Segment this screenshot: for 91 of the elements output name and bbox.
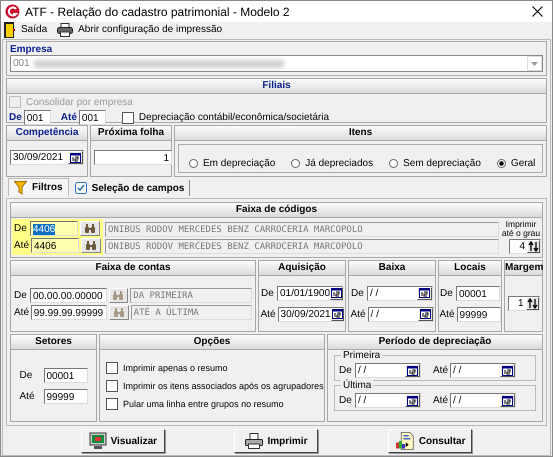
menu-item[interactable]: Saída (4, 22, 48, 38)
tab[interactable]: Filtros (8, 178, 69, 196)
field-label: De (339, 365, 353, 376)
field-label: De (351, 288, 365, 298)
section-header: Aquisição (259, 261, 345, 276)
checkbox[interactable] (122, 112, 134, 124)
radio-button[interactable] (389, 159, 398, 168)
radio-button[interactable] (496, 159, 506, 168)
funnel-icon (14, 180, 27, 194)
binoculars-icon (84, 224, 96, 233)
radio-button[interactable] (291, 159, 300, 168)
field-label: De (20, 370, 34, 380)
checkbox-label: Imprimir apenas o resumo (123, 362, 228, 372)
field-label: De (9, 112, 22, 123)
field-label: Até (433, 395, 448, 406)
field-label: De (440, 288, 454, 298)
section-header: Locais (439, 261, 501, 276)
menu-item[interactable]: Abrir configuração de impressão (57, 22, 222, 36)
section-header: Competência (7, 126, 87, 141)
radio-label: Sem depreciação (403, 158, 481, 169)
field-label: Até (60, 112, 77, 123)
checkbox[interactable] (106, 362, 118, 374)
section-header: Filiais (7, 79, 546, 94)
group-title: Primeira (341, 350, 382, 361)
input-field[interactable]: 99.99.99.99999 (30, 304, 108, 320)
input-field[interactable]: 00001 (456, 286, 500, 300)
checkbox[interactable] (106, 398, 118, 410)
field-label: Imprimir até o grau (501, 220, 541, 238)
description-field: ONIBUS RODOV MERCEDES BENZ CARROCERIA MARCOPOLO (105, 238, 499, 254)
description-field: ONIBUS RODOV MERCEDES BENZ CARROCERIA MARCOPOLO (105, 222, 499, 236)
checkbox-icon (74, 182, 87, 194)
field-label: Até (14, 306, 29, 318)
field-label: Até (260, 308, 276, 320)
checkbox-label: Depreciação contábil/econômica/societária (138, 112, 330, 123)
section-header: Faixa de códigos (11, 203, 542, 218)
radio-label: Já depreciados (305, 158, 374, 169)
section-header: Itens (175, 126, 546, 141)
field-label: De (261, 288, 275, 298)
document-chart-icon (394, 432, 415, 450)
binoculars-icon (85, 241, 98, 250)
monitor-icon (88, 432, 107, 450)
description-field: DA PRIMEIRA (130, 288, 252, 302)
field-label: Até (350, 308, 366, 320)
field-label: Até (20, 390, 36, 402)
close-icon (532, 6, 542, 17)
input-field[interactable]: 00001 (44, 368, 88, 382)
binoculars-icon (112, 308, 125, 316)
action-button[interactable]: Consultar (388, 429, 472, 453)
group-title: Última (341, 380, 374, 391)
lookup-button[interactable] (108, 288, 128, 302)
input-field[interactable]: 001 (78, 110, 106, 125)
company-dropdown[interactable]: 001 (10, 55, 543, 72)
window-title: ATF - Relação do cadastro patrimonial - Modelo 2 (25, 4, 291, 18)
section-header: Margem (505, 261, 542, 276)
checkbox-label: Consolidar por empresa (26, 96, 133, 108)
binoculars-icon (112, 290, 124, 300)
checkbox[interactable] (106, 380, 118, 392)
lookup-button[interactable] (109, 304, 129, 320)
input-field[interactable]: 4406 (30, 221, 78, 236)
input-field[interactable]: 00.00.00.00000 (30, 288, 107, 302)
action-button[interactable]: Imprimir (234, 429, 318, 453)
checkbox-label: Pular uma linha entre grupos no resumo (123, 398, 284, 408)
input-field[interactable]: 99999 (456, 306, 501, 322)
app-logo-icon (5, 4, 20, 19)
description-field: ATÉ A ÚLTIMA (130, 304, 252, 320)
printer-icon (245, 433, 264, 449)
checkbox-label: Imprimir os itens associados após os agrupadores (123, 380, 324, 390)
field-label: De (14, 290, 28, 300)
action-button[interactable]: Visualizar (80, 429, 165, 453)
section-header: Período de depreciação (328, 335, 542, 350)
field-label: Até (433, 365, 448, 376)
radio-button[interactable] (189, 159, 198, 168)
section-label: Empresa (10, 44, 54, 55)
field-label: Até (440, 308, 455, 320)
input-field[interactable]: 001 (24, 110, 51, 125)
lookup-button[interactable] (80, 221, 100, 236)
input-field[interactable]: 99999 (44, 388, 88, 404)
radio-label: Em depreciação (203, 158, 276, 169)
field-label: Até (14, 240, 30, 251)
section-header: Opções (100, 335, 324, 350)
input-field[interactable]: 4406 (31, 238, 80, 253)
section-header: Faixa de contas (11, 261, 255, 276)
input-field[interactable]: 1 (94, 150, 172, 165)
lookup-button[interactable] (81, 238, 102, 253)
field-label: De (339, 395, 353, 406)
field-label: De (14, 223, 28, 234)
section-header: Baixa (349, 261, 435, 276)
section-header: Próxima folha (91, 126, 171, 141)
section-header: Setores (11, 335, 96, 350)
door-icon (4, 22, 16, 38)
radio-label: Geral (510, 158, 536, 169)
